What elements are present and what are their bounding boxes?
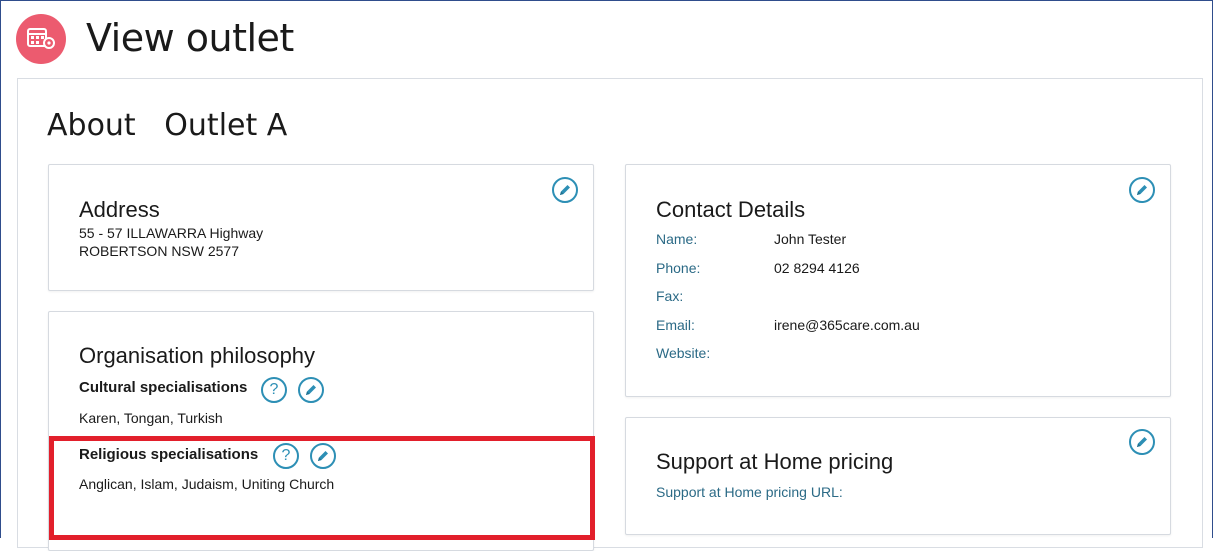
contact-email-value[interactable]: irene@365care.com.au <box>774 316 920 334</box>
pencil-icon <box>560 185 570 195</box>
philosophy-title: Organisation philosophy <box>79 343 316 368</box>
contact-card: Contact Details Name: John Tester Phone:… <box>625 164 1171 397</box>
pencil-icon <box>306 385 316 395</box>
pricing-card: Support at Home pricing Support at Home … <box>625 417 1171 535</box>
edit-contact-button[interactable] <box>1129 177 1155 203</box>
contact-email-label: Email: <box>656 317 695 333</box>
religious-highlight-box <box>49 436 595 540</box>
edit-pricing-button[interactable] <box>1129 429 1155 455</box>
cultural-specialisations-label: Cultural specialisations <box>79 379 248 396</box>
calendar-gear-icon <box>16 14 66 64</box>
contact-name-value: John Tester <box>774 231 847 247</box>
pricing-title: Support at Home pricing <box>656 449 894 474</box>
address-card: Address 55 - 57 ILLAWARRA Highway ROBERT… <box>48 164 594 291</box>
contact-name-label: Name: <box>656 231 698 247</box>
contact-phone-label: Phone: <box>656 260 701 276</box>
edit-address-button[interactable] <box>552 177 578 203</box>
contact-fax-label: Fax: <box>656 288 684 304</box>
address-line-1: 55 - 57 ILLAWARRA Highway <box>79 225 264 241</box>
pricing-url-label[interactable]: Support at Home pricing URL: <box>656 483 843 501</box>
cultural-help-button[interactable]: ? <box>261 377 287 403</box>
pencil-icon <box>1137 437 1147 447</box>
contact-website-label: Website: <box>656 345 711 361</box>
pencil-icon <box>1137 185 1147 195</box>
page-title: View outlet <box>86 16 294 60</box>
about-heading: About Outlet A <box>47 108 288 143</box>
address-title: Address <box>79 197 160 222</box>
cultural-specialisations-values: Karen, Tongan, Turkish <box>79 410 223 426</box>
contact-title: Contact Details <box>656 197 806 222</box>
address-line-2: ROBERTSON NSW 2577 <box>79 243 240 259</box>
help-icon: ? <box>269 381 279 398</box>
contact-phone-value: 02 8294 4126 <box>774 260 860 276</box>
edit-cultural-button[interactable] <box>298 377 324 403</box>
